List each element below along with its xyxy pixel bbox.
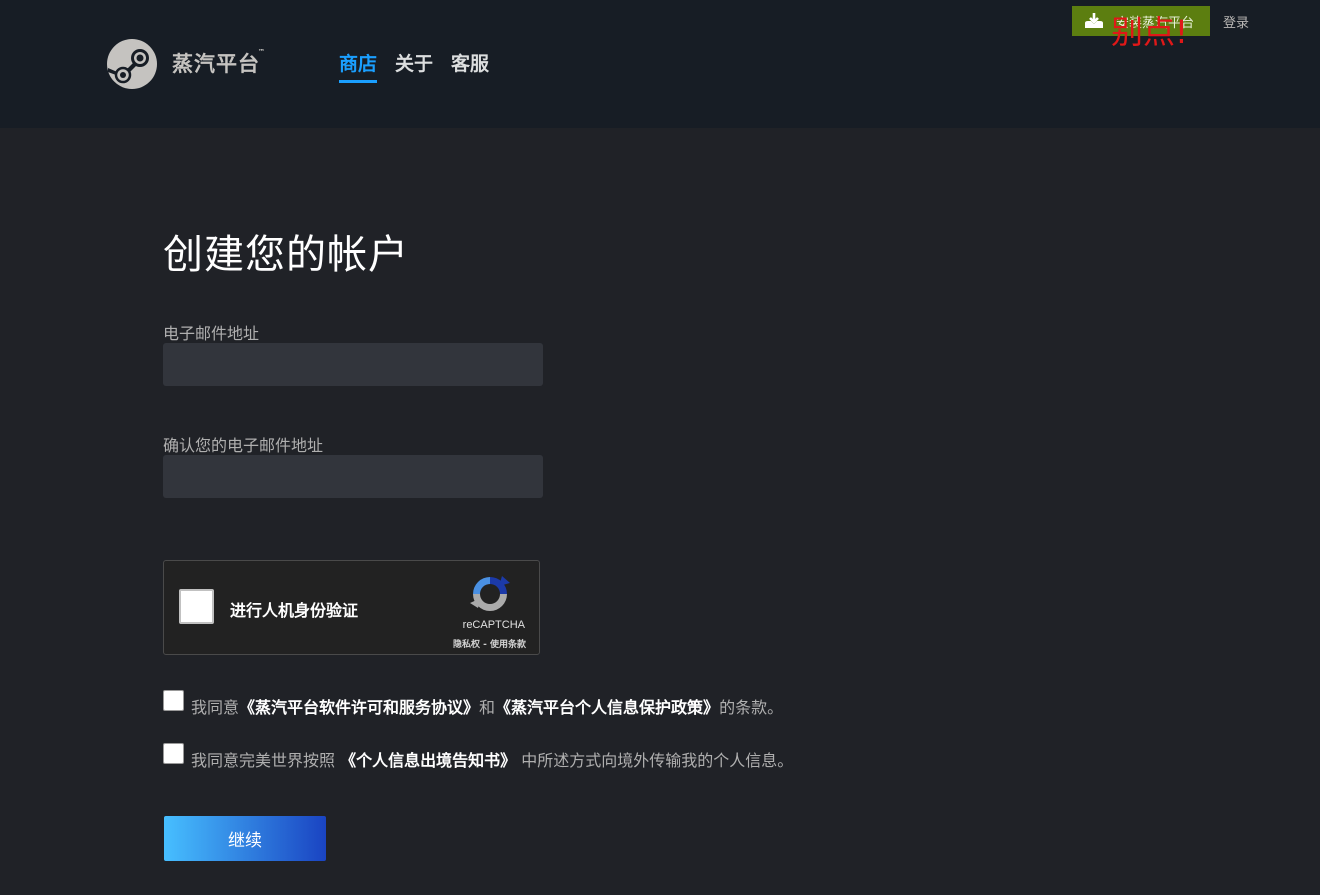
site-header: 蒸汽平台 ™ 商店 关于 客服 安装蒸汽平台 登录	[0, 0, 1320, 128]
agree-terms-text: 我同意《蒸汽平台软件许可和服务协议》和《蒸汽平台个人信息保护政策》的条款。	[191, 698, 784, 717]
agree-transfer-checkbox[interactable]	[163, 743, 184, 764]
main-nav: 商店 关于 客服	[339, 52, 489, 83]
agree-terms-row: 我同意《蒸汽平台软件许可和服务协议》和《蒸汽平台个人信息保护政策》的条款。	[163, 690, 783, 718]
continue-button[interactable]: 继续	[164, 816, 326, 861]
email-label: 电子邮件地址	[163, 324, 260, 343]
recaptcha-brand: reCAPTCHA	[462, 619, 525, 631]
confirm-email-label: 确认您的电子邮件地址	[163, 436, 324, 455]
license-agreement-link[interactable]: 《蒸汽平台软件许可和服务协议》	[239, 698, 479, 717]
nav-about[interactable]: 关于	[395, 52, 433, 83]
recaptcha-links[interactable]: 隐私权 - 使用条款	[453, 637, 526, 650]
install-label: 安装蒸汽平台	[1116, 15, 1195, 31]
logo-text: 蒸汽平台 ™	[172, 48, 266, 76]
email-field[interactable]	[163, 343, 543, 386]
confirm-email-field[interactable]	[163, 455, 543, 498]
install-steam-button[interactable]: 安装蒸汽平台	[1072, 6, 1210, 36]
privacy-policy-link[interactable]: 《蒸汽平台个人信息保护政策》	[495, 698, 719, 717]
steam-logo[interactable]: 蒸汽平台 ™	[106, 38, 266, 90]
recaptcha-checkbox[interactable]	[179, 589, 214, 624]
agree-transfer-text: 我同意完美世界按照 《个人信息出境告知书》 中所述方式向境外传输我的个人信息。	[191, 751, 794, 770]
page-title: 创建您的帐户	[163, 232, 409, 278]
download-icon	[1085, 13, 1103, 28]
nav-store[interactable]: 商店	[339, 52, 378, 83]
recaptcha-widget: 进行人机身份验证 reCAPTCHA 隐私权 - 使用条款	[163, 560, 540, 655]
recaptcha-label: 进行人机身份验证	[230, 601, 359, 620]
data-transfer-notice-link[interactable]: 《个人信息出境告知书》	[340, 751, 516, 770]
nav-support[interactable]: 客服	[451, 52, 489, 83]
login-link[interactable]: 登录	[1223, 12, 1249, 31]
steam-logo-icon	[107, 39, 157, 89]
recaptcha-icon	[470, 576, 510, 611]
agree-transfer-row: 我同意完美世界按照 《个人信息出境告知书》 中所述方式向境外传输我的个人信息。	[163, 743, 793, 771]
agree-terms-checkbox[interactable]	[163, 690, 184, 711]
